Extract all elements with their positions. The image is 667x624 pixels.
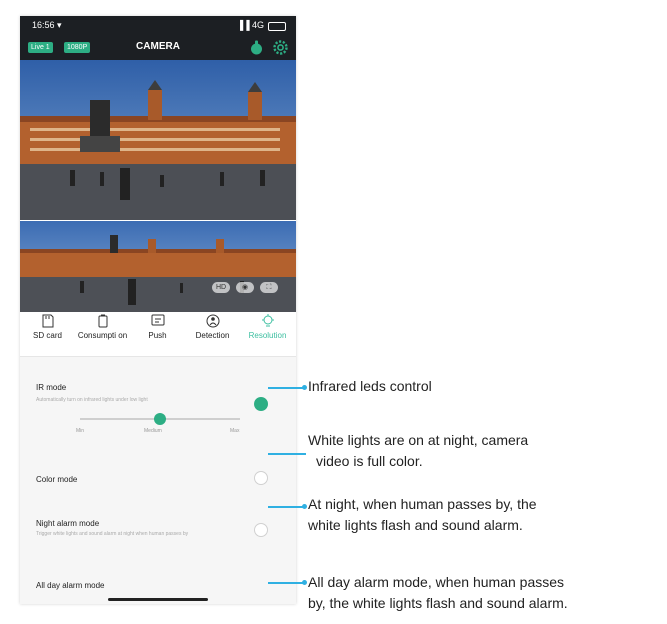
color-mode-title: Color mode [36, 475, 78, 484]
callout-line-allday [268, 582, 306, 584]
feature-tab-bar: SD card Consumpti on Push Detection Reso… [20, 312, 296, 357]
plaza-photo-secondary [20, 221, 296, 312]
annotation-line: Infrared leds control [308, 378, 432, 394]
battery-icon [98, 314, 107, 328]
lightbulb-icon [261, 314, 274, 327]
network-indicator: ▐▐ 4G [236, 20, 264, 30]
annotation-line: by, the white lights flash and sound ala… [308, 595, 568, 611]
annotation-allday: All day alarm mode, when human passes by… [308, 572, 568, 614]
video-feed-secondary[interactable] [20, 221, 296, 312]
annotation-line: All day alarm mode, when human passes [308, 574, 565, 590]
night-alarm-radio[interactable] [254, 523, 268, 537]
tab-detection[interactable]: Detection [185, 314, 240, 340]
hd-toggle-button[interactable]: HD [212, 282, 230, 293]
annotation-line: White lights are on at night, camera [308, 432, 529, 448]
callout-dot-ir [302, 385, 307, 390]
annotation-line: At night, when human passes by, the [308, 496, 537, 512]
slider-min-label: Min [76, 428, 85, 434]
annotation-line: white lights flash and sound alarm. [308, 517, 523, 533]
status-time: 16:56 ▾ [32, 20, 62, 30]
video-feed-main[interactable] [20, 60, 296, 220]
color-mode-radio[interactable] [254, 471, 268, 485]
plaza-photo [20, 60, 296, 220]
annotation-ir: Infrared leds control [308, 376, 432, 397]
ir-mode-title: IR mode [36, 383, 67, 392]
ir-mode-radio[interactable] [254, 397, 268, 411]
battery-icon [268, 22, 286, 31]
tab-label: Push [148, 331, 167, 340]
callout-dot-allday [302, 580, 307, 585]
detection-icon [206, 314, 219, 328]
all-day-alarm-title: All day alarm mode [36, 581, 105, 590]
share-icon[interactable] [248, 39, 265, 56]
callout-dot-night [302, 504, 307, 509]
ir-mode-description: Automatically turn on infrared lights un… [36, 397, 148, 403]
callout-line-color [268, 453, 306, 455]
tab-consumption[interactable]: Consumpti on [75, 314, 130, 340]
tab-label: Resolution [248, 331, 287, 340]
tab-resolution[interactable]: Resolution [240, 314, 295, 340]
tab-label: SD card [33, 331, 62, 340]
message-icon [151, 314, 164, 326]
night-alarm-description: Trigger white lights and sound alarm at … [36, 531, 189, 537]
night-vision-settings-panel: IR mode Automatically turn on infrared l… [20, 357, 296, 604]
record-button[interactable]: ◉ [236, 282, 254, 293]
tab-label: Consumpti on [77, 331, 128, 340]
sd-card-icon [42, 314, 53, 328]
tab-push[interactable]: Push [130, 314, 185, 340]
home-indicator [108, 598, 208, 601]
status-bar: 16:56 ▾ ▐▐ 4G [20, 16, 296, 36]
tab-label: Detection [195, 331, 230, 340]
callout-line-night [268, 506, 306, 508]
camera-header: Live 1 1080P CAMERA [20, 36, 296, 60]
annotation-line: video is full color. [316, 453, 423, 469]
phone-screenshot: 16:56 ▾ ▐▐ 4G Live 1 1080P CAMERA HD ◉ ⛶… [20, 16, 296, 604]
fullscreen-button[interactable]: ⛶ [260, 282, 278, 293]
annotation-night: At night, when human passes by, the whit… [308, 494, 537, 536]
ir-intensity-slider-thumb[interactable] [154, 413, 166, 425]
slider-mid-label: Medium [144, 428, 162, 434]
slider-max-label: Max [230, 428, 240, 434]
callout-line-ir [268, 387, 306, 389]
gear-icon[interactable] [272, 39, 289, 56]
night-alarm-title: Night alarm mode [36, 519, 100, 528]
tab-sd-card[interactable]: SD card [20, 314, 75, 340]
annotation-color: White lights are on at night, camera vid… [308, 430, 528, 472]
